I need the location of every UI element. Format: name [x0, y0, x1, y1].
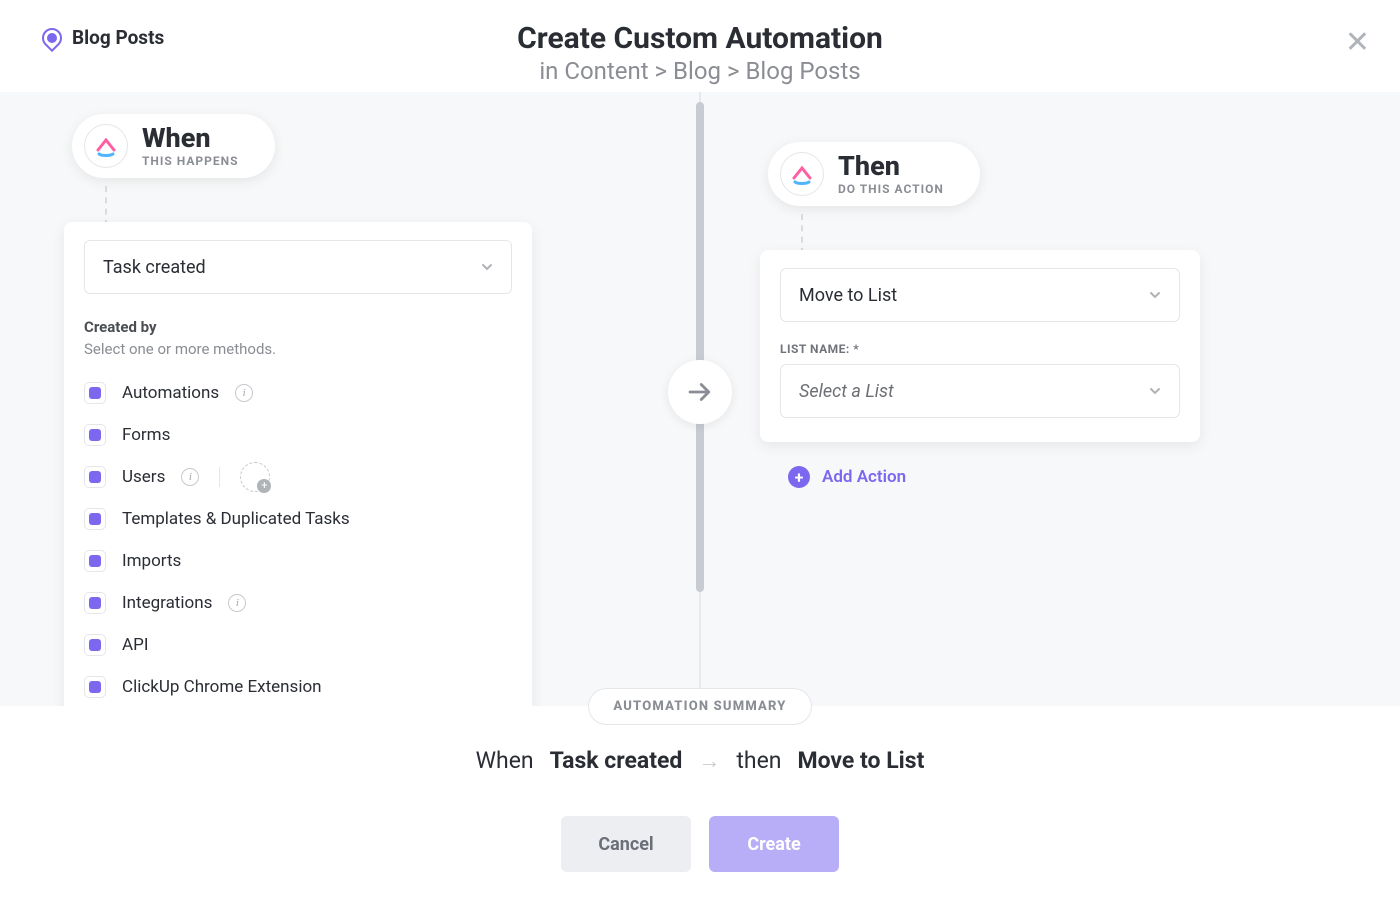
option-label: Integrations	[122, 593, 212, 613]
info-icon[interactable]: i	[228, 594, 246, 612]
trigger-select[interactable]: Task created	[84, 240, 512, 294]
add-action-button[interactable]: + Add Action	[788, 466, 906, 488]
option-label: Forms	[122, 425, 170, 445]
checkbox[interactable]	[84, 424, 106, 446]
flow-arrow	[668, 360, 732, 424]
then-header: Then DO THIS ACTION	[768, 142, 980, 206]
automation-canvas: When THIS HAPPENS Task created Created b…	[0, 92, 1400, 706]
cancel-button[interactable]: Cancel	[561, 816, 691, 872]
checkbox[interactable]	[84, 382, 106, 404]
clickup-logo-icon	[84, 124, 128, 168]
checkbox[interactable]	[84, 634, 106, 656]
add-action-label: Add Action	[822, 467, 906, 487]
option-label: Imports	[122, 551, 181, 571]
close-icon[interactable]: ✕	[1345, 28, 1370, 58]
created-by-option[interactable]: Imports	[84, 540, 512, 582]
created-by-option[interactable]: API	[84, 624, 512, 666]
info-icon[interactable]: i	[181, 468, 199, 486]
clickup-logo-icon	[780, 152, 824, 196]
action-select[interactable]: Move to List	[780, 268, 1180, 322]
then-subtitle: DO THIS ACTION	[838, 182, 944, 196]
summary-then-word: then	[736, 747, 781, 774]
when-card: Task created Created by Select one or mo…	[64, 222, 532, 722]
list-name-placeholder: Select a List	[799, 381, 894, 402]
page-breadcrumb: in Content > Blog > Blog Posts	[0, 57, 1400, 85]
summary-when-word: When	[476, 747, 534, 774]
trigger-select-value: Task created	[103, 257, 206, 278]
summary-action: Move to List	[797, 747, 924, 774]
footer: AUTOMATION SUMMARY When Task created → t…	[0, 706, 1400, 914]
arrow-right-icon	[685, 377, 715, 407]
checkbox[interactable]	[84, 592, 106, 614]
when-title: When	[142, 125, 239, 152]
location-text: Blog Posts	[72, 26, 164, 49]
created-by-hint: Select one or more methods.	[84, 340, 512, 358]
checkbox[interactable]	[84, 508, 106, 530]
when-connector	[105, 186, 107, 226]
plus-circle-icon: +	[788, 466, 810, 488]
location-pin-icon	[38, 23, 66, 51]
info-icon[interactable]: i	[235, 384, 253, 402]
list-name-label: LIST NAME: *	[780, 342, 1180, 356]
create-button[interactable]: Create	[709, 816, 839, 872]
page-title: Create Custom Automation	[0, 22, 1400, 55]
breadcrumb[interactable]: Blog Posts	[42, 26, 164, 49]
option-label: API	[122, 635, 148, 655]
automation-summary: When Task created → then Move to List	[476, 747, 925, 774]
created-by-option[interactable]: Forms	[84, 414, 512, 456]
divider	[219, 467, 220, 487]
center-scrollbar[interactable]	[696, 102, 704, 592]
created-by-label: Created by	[84, 318, 512, 336]
then-connector	[801, 214, 803, 254]
summary-trigger: Task created	[550, 747, 683, 774]
checkbox[interactable]	[84, 466, 106, 488]
created-by-option[interactable]: Usersi	[84, 456, 512, 498]
list-name-select[interactable]: Select a List	[780, 364, 1180, 418]
option-label: Automations	[122, 383, 219, 403]
chevron-down-icon	[1149, 385, 1161, 397]
automation-summary-label: AUTOMATION SUMMARY	[588, 688, 811, 725]
option-label: Users	[122, 467, 165, 487]
then-card: Move to List LIST NAME: * Select a List	[760, 250, 1200, 442]
arrow-right-icon: →	[698, 748, 720, 774]
created-by-option[interactable]: Automations i	[84, 372, 512, 414]
chevron-down-icon	[481, 261, 493, 273]
chevron-down-icon	[1149, 289, 1161, 301]
created-by-option[interactable]: ClickUp Chrome Extension	[84, 666, 512, 708]
checkbox[interactable]	[84, 550, 106, 572]
option-label: Templates & Duplicated Tasks	[122, 509, 350, 529]
when-subtitle: THIS HAPPENS	[142, 154, 239, 168]
checkbox[interactable]	[84, 676, 106, 698]
action-select-value: Move to List	[799, 285, 897, 306]
created-by-option[interactable]: Templates & Duplicated Tasks	[84, 498, 512, 540]
then-title: Then	[838, 153, 944, 180]
add-people-icon[interactable]	[240, 462, 270, 492]
option-label: ClickUp Chrome Extension	[122, 677, 322, 697]
created-by-option[interactable]: Integrations i	[84, 582, 512, 624]
when-header: When THIS HAPPENS	[72, 114, 275, 178]
